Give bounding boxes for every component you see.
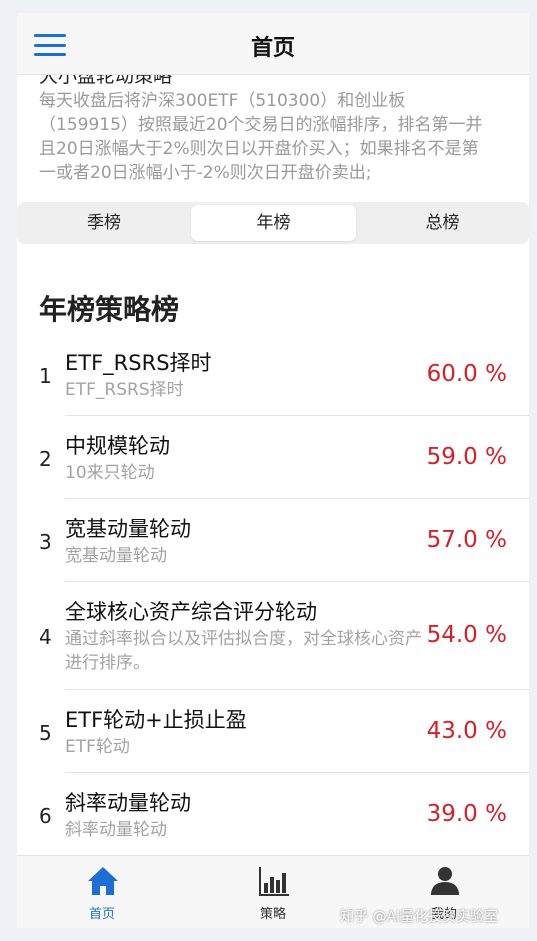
user-icon bbox=[431, 867, 459, 895]
list-item[interactable]: 1 ETF_RSRS择时 ETF_RSRS择时 60.0 % bbox=[17, 333, 529, 416]
list-item[interactable]: 4 全球核心资产综合评分轮动 通过斜率拟合以及评估拟合度，对全球核心资产进行排序… bbox=[17, 582, 529, 690]
strategy-name: 宽基动量轮动 bbox=[65, 517, 191, 541]
strategy-subtitle: 宽基动量轮动 bbox=[65, 546, 167, 566]
strategy-subtitle: 斜率动量轮动 bbox=[65, 820, 167, 840]
app-screen: 首页 大小盘轮动策略 每天收盘后将沪深300ETF（510300）和创业板（15… bbox=[17, 13, 529, 928]
home-icon bbox=[88, 867, 118, 895]
strategy-subtitle: ETF轮动 bbox=[65, 737, 130, 757]
return-percent: 39.0 % bbox=[426, 801, 507, 827]
ranking-period-segmented-control: 季榜 年榜 总榜 bbox=[17, 202, 529, 244]
list-item[interactable]: 6 斜率动量轮动 斜率动量轮动 39.0 % bbox=[17, 773, 529, 856]
segment-yearly[interactable]: 年榜 bbox=[191, 205, 356, 241]
section-title: 年榜策略榜 bbox=[39, 293, 180, 326]
return-percent: 60.0 % bbox=[426, 361, 507, 387]
strategy-name: 中规模轮动 bbox=[65, 434, 170, 458]
rank-number: 2 bbox=[39, 447, 52, 471]
list-item[interactable]: 5 ETF轮动+止损止盈 ETF轮动 43.0 % bbox=[17, 690, 529, 773]
return-percent: 59.0 % bbox=[426, 444, 507, 470]
strategy-subtitle: ETF_RSRS择时 bbox=[65, 380, 184, 400]
watermark: 知乎 @AI量化投资实验室 bbox=[340, 909, 499, 925]
segment-overall[interactable]: 总榜 bbox=[359, 205, 526, 241]
return-percent: 43.0 % bbox=[426, 718, 507, 744]
rank-number: 4 bbox=[39, 625, 52, 649]
strategy-name: 全球核心资产综合评分轮动 bbox=[65, 600, 317, 624]
navigation-bar: 首页 bbox=[17, 13, 529, 75]
tab-label: 首页 bbox=[88, 907, 115, 922]
strategy-description: 大小盘轮动策略 每天收盘后将沪深300ETF（510300）和创业板（15991… bbox=[17, 75, 529, 202]
strategy-name: ETF_RSRS择时 bbox=[65, 351, 212, 375]
bar-chart-icon bbox=[259, 867, 289, 896]
page-title: 首页 bbox=[250, 36, 295, 61]
return-percent: 54.0 % bbox=[426, 622, 507, 648]
strategy-subtitle: 通过斜率拟合以及评估拟合度，对全球核心资产进行排序。 bbox=[65, 629, 422, 673]
strategy-description-text: 每天收盘后将沪深300ETF（510300）和创业板（159915）按照最近20… bbox=[39, 91, 483, 183]
rank-number: 5 bbox=[39, 721, 52, 745]
rank-number: 1 bbox=[39, 364, 52, 388]
tab-label: 策略 bbox=[259, 907, 286, 922]
rank-number: 3 bbox=[39, 530, 52, 554]
list-item[interactable]: 3 宽基动量轮动 宽基动量轮动 57.0 % bbox=[17, 499, 529, 582]
return-percent: 57.0 % bbox=[426, 527, 507, 553]
ranking-list: 1 ETF_RSRS择时 ETF_RSRS择时 60.0 % 2 中规模轮动 1… bbox=[17, 333, 529, 856]
tab-home[interactable]: 首页 bbox=[17, 856, 187, 928]
strategy-name: ETF轮动+止损止盈 bbox=[65, 708, 247, 732]
list-item[interactable]: 2 中规模轮动 10来只轮动 59.0 % bbox=[17, 416, 529, 499]
strategy-subtitle: 10来只轮动 bbox=[65, 463, 155, 483]
strategy-title: 大小盘轮动策略 bbox=[39, 75, 173, 87]
tab-strategy[interactable]: 策略 bbox=[188, 856, 358, 928]
strategy-name: 斜率动量轮动 bbox=[65, 791, 191, 815]
segment-quarterly[interactable]: 季榜 bbox=[20, 205, 188, 241]
rank-number: 6 bbox=[39, 804, 52, 828]
